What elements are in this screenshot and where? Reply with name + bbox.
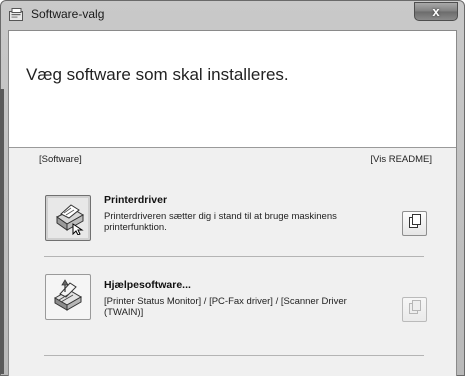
client-area: Væg software som skal installeres. [Soft… — [8, 30, 457, 376]
item-separator — [44, 256, 424, 257]
utility-software-readme-button[interactable] — [402, 297, 427, 322]
printer-icon — [49, 197, 87, 240]
utility-software-button[interactable] — [45, 274, 91, 320]
software-box-icon — [49, 276, 87, 319]
readme-column-label: [Vis README] — [370, 154, 432, 165]
utility-software-title: Hjælpesoftware... — [104, 279, 191, 291]
title-bar[interactable]: Software-valg x — [1, 1, 464, 29]
document-icon — [408, 213, 422, 234]
printer-driver-description: Printerdriveren sætter dig i stand til a… — [104, 211, 337, 233]
printer-driver-button[interactable] — [45, 195, 91, 241]
document-icon — [408, 299, 422, 320]
software-select-window: Software-valg x Væg software som skal in… — [0, 0, 465, 376]
page-heading: Væg software som skal installeres. — [26, 65, 289, 84]
printer-driver-title: Printerdriver — [104, 194, 168, 206]
software-list-panel — [9, 148, 456, 376]
window-left-edge — [0, 89, 4, 374]
window-title: Software-valg — [31, 7, 105, 21]
software-column-label: [Software] — [39, 154, 82, 165]
item-separator-bottom — [44, 355, 424, 356]
app-window-icon — [9, 8, 25, 22]
close-button[interactable]: x — [414, 2, 458, 21]
utility-software-description: [Printer Status Monitor] / [PC-Fax drive… — [104, 296, 347, 318]
header-panel: Væg software som skal installeres. — [9, 31, 456, 147]
printer-driver-readme-button[interactable] — [402, 211, 427, 236]
